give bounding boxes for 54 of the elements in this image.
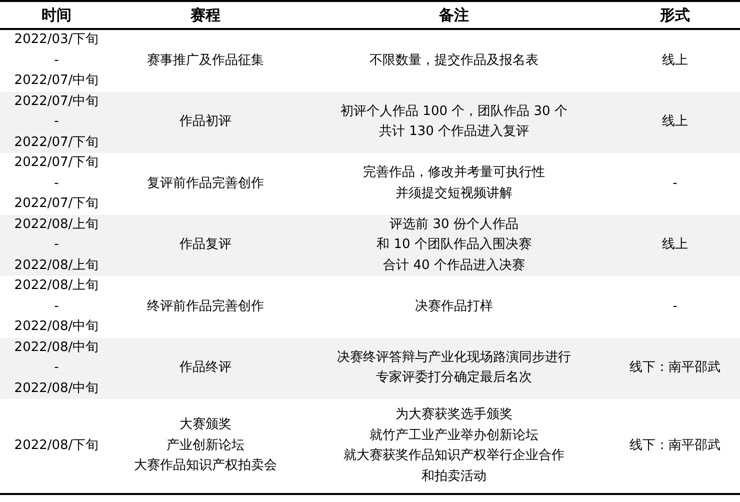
cell-text: 决赛作品打样 <box>415 296 493 317</box>
cell-text: 2022/08/中旬 <box>14 378 99 399</box>
cell-text: 共计 130 个作品进入复评 <box>378 122 530 143</box>
cell-text: - <box>672 296 678 317</box>
cell-text: 2022/07/下旬 <box>14 194 99 214</box>
cell-text: 2022/08/中旬 <box>14 317 99 338</box>
cell-text: - <box>54 296 59 317</box>
cell-text: 专家评委打分确定最后名次 <box>376 368 532 389</box>
column-header: 时间 <box>0 1 113 29</box>
cell-text: - <box>54 174 59 194</box>
cell-text: 不限数量，提交作品及报名表 <box>370 50 538 71</box>
cell-text: 评选前 30 份个人作品 <box>390 214 518 235</box>
cell-text: 就大赛获奖作品知识产权举行企业合作 <box>344 446 564 466</box>
column-header: 备注 <box>298 1 610 29</box>
cell-text: 线上 <box>662 112 688 132</box>
cell-text: 2022/07/中旬 <box>14 92 99 112</box>
cell-text: 作品终评 <box>180 358 232 378</box>
cell-text: 线上 <box>662 50 688 71</box>
cell-text: 决赛终评答辩与产业化现场路演同步进行 <box>337 348 571 368</box>
cell-text: 复评前作品完善创作 <box>147 174 264 194</box>
cell-text: 线上 <box>662 235 688 256</box>
cell-text: 产业创新论坛 <box>166 436 244 456</box>
cell-text: - <box>54 235 59 256</box>
column-header: 赛程 <box>113 1 298 29</box>
cell-text: 作品复评 <box>180 235 232 256</box>
cell-text: 就竹产工业产业举办创新论坛 <box>370 426 538 446</box>
cell-text: 2022/08/上旬 <box>14 214 99 235</box>
cell-text: 和 10 个团队作品入围决赛 <box>376 235 532 256</box>
cell-text: 终评前作品完善创作 <box>147 296 264 317</box>
cell-text: 2022/07/下旬 <box>14 153 99 174</box>
cell-text: - <box>54 112 59 132</box>
cell-text: 大赛颁奖 <box>180 415 232 436</box>
cell-text: 大赛作品知识产权拍卖会 <box>134 456 277 477</box>
cell-text: - <box>54 358 59 378</box>
cell-text: 合计 40 个作品进入决赛 <box>383 256 525 276</box>
cell-text: 赛事推广及作品征集 <box>147 50 264 71</box>
cell-text: - <box>672 174 678 194</box>
cell-text: 为大赛获奖选手颁奖 <box>396 405 512 426</box>
column-header: 形式 <box>610 1 740 29</box>
cell-text: 线下：南平邵武 <box>630 358 720 378</box>
cell-text: 2022/08/中旬 <box>14 338 99 358</box>
cell-text: 并须提交短视频讲解 <box>396 184 512 204</box>
cell-text: 2022/03/下旬 <box>14 30 99 50</box>
cell-text: - <box>54 50 59 71</box>
cell-text: 2022/08/上旬 <box>14 256 99 276</box>
cell-text: 2022/08/下旬 <box>14 436 99 456</box>
cell-text: 2022/08/上旬 <box>14 276 99 296</box>
cell-text: 作品初评 <box>180 112 232 132</box>
cell-text: 线下：南平邵武 <box>630 436 720 456</box>
cell-text: 和拍卖活动 <box>422 466 486 487</box>
cell-text: 2022/07/下旬 <box>14 132 99 153</box>
cell-text: 初评个人作品 100 个，团队作品 30 个 <box>340 102 568 122</box>
cell-text: 2022/07/中旬 <box>14 71 99 92</box>
cell-text: 完善作品，修改并考量可执行性 <box>363 163 545 184</box>
